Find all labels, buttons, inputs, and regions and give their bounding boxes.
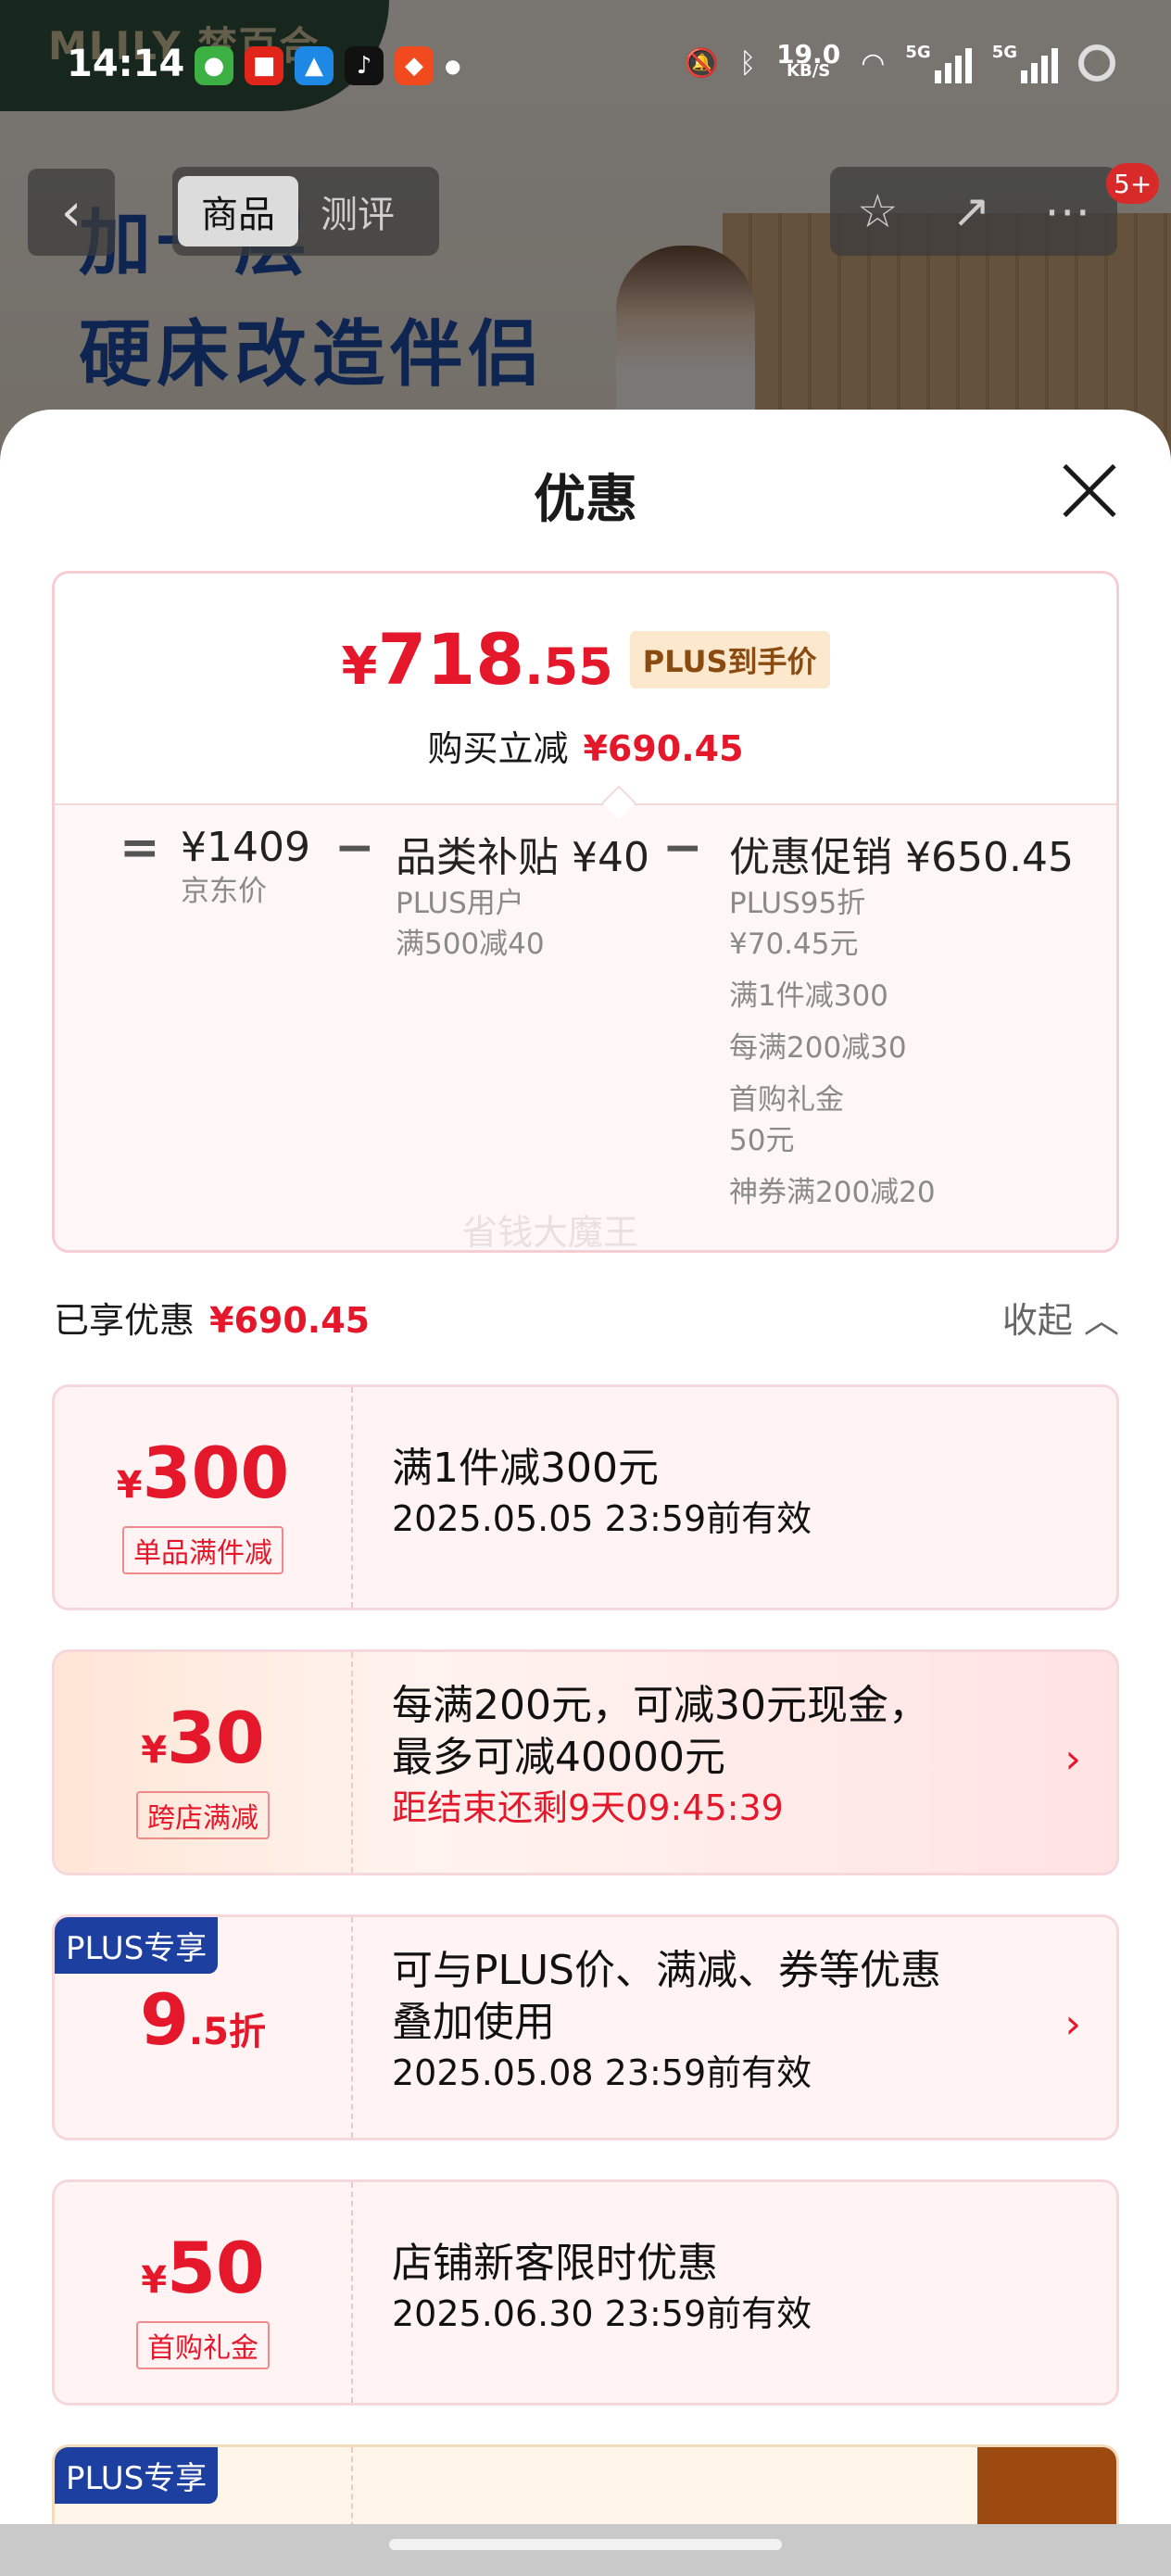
coupon-amount-area: ¥50 首购礼金 [55, 2182, 351, 2403]
coupon-separator [351, 1387, 353, 1608]
minus-sign: − [662, 820, 703, 876]
coupon-validity: 2025.06.30 23:59前有效 [392, 2293, 812, 2334]
home-indicator[interactable] [389, 2539, 782, 2550]
divider-notch [601, 785, 636, 820]
bluetooth-icon: ᛒ [739, 46, 757, 80]
wechat-icon: ● [195, 46, 233, 85]
chevron-right-icon: › [1064, 2001, 1081, 2048]
jd-price-col: ¥1409 京东价 [181, 824, 310, 912]
message-badge: 5+ [1106, 163, 1160, 204]
close-icon[interactable] [1060, 461, 1119, 521]
enjoyed-discount: 已享优惠 ¥690.45 [54, 1300, 371, 1341]
discount-sheet: 优惠 ¥718.55 PLUS到手价 购买立减 ¥690.45 = ¥1409 京… [0, 410, 1171, 2576]
maps-icon: ▲ [295, 46, 334, 85]
equals-sign: = [120, 820, 160, 876]
subsidy-line: PLUS用户 [396, 887, 524, 920]
coupon-card: ¥50 首购礼金 店铺新客限时优惠 2025.06.30 23:59前有效 [52, 2179, 1119, 2406]
plus-price-tag: PLUS到手价 [629, 630, 830, 688]
navigation-bar [0, 2524, 1171, 2576]
divider [55, 803, 1116, 805]
coupon-type-label: 单品满件减 [122, 1526, 283, 1574]
more-dot-icon: ● [445, 55, 461, 77]
coupon-title: 每满200元，可减30元现金， [392, 1682, 929, 1729]
share-icon[interactable]: ↗ [951, 184, 990, 238]
plus-exclusive-badge: PLUS专享 [55, 2447, 219, 2504]
coupon-amount: ¥50 [141, 2227, 265, 2309]
coupon-card[interactable]: ¥30 跨店满减 每满200元，可减30元现金， 最多可减40000元 距结束还… [52, 1649, 1119, 1875]
collapse-button[interactable]: 收起 ︿ [1002, 1292, 1119, 1343]
coupon-countdown: 距结束还剩9天09:45:39 [392, 1787, 784, 1828]
jd-price-label: 京东价 [181, 875, 267, 908]
notification-icons: ● ■ ▲ ♪ ◆ ● [195, 46, 460, 85]
subsidy-line: 满500减40 [396, 928, 545, 961]
coupon-info: 可与PLUS价、满减、券等优惠 叠加使用 2025.05.08 23:59前有效 [392, 1945, 1059, 2097]
top-tabs: 商品 测评 [172, 167, 439, 256]
jd-price: ¥1409 [181, 824, 310, 871]
coupon-title: 满1件减300元 [392, 1445, 659, 1492]
coupon-separator [351, 1652, 353, 1873]
promo-line: 神券满200减20 [729, 1176, 936, 1209]
coupon-info: 店铺新客限时优惠 2025.06.30 23:59前有效 [392, 2238, 1059, 2338]
promo-title: 优惠促销 ¥650.45 [729, 834, 1074, 881]
coupon-title: 可与PLUS价、满减、券等优惠 [392, 1947, 941, 1994]
coupon-type-label: 首购礼金 [136, 2321, 270, 2369]
price-summary: ¥718.55 PLUS到手价 购买立减 ¥690.45 = ¥1409 京东价 … [52, 571, 1119, 1253]
top-actions: ☆ ↗ ⋯ [830, 167, 1117, 256]
status-bar: 14:14 ● ■ ▲ ♪ ◆ ● 🔕 ᛒ 19.0 KB/S ◠ 5G 5G [0, 37, 1171, 102]
jd-icon: ■ [245, 46, 283, 85]
network-speed: 19.0 KB/S [776, 39, 841, 81]
coupon-type-label: 跨店满减 [136, 1791, 270, 1839]
coupon-validity: 2025.05.08 23:59前有效 [392, 2052, 812, 2093]
coupon-title-2: 叠加使用 [392, 1999, 555, 2046]
final-price-row: ¥718.55 PLUS到手价 [55, 618, 1116, 701]
coupon-info: 每满200元，可减30元现金， 最多可减40000元 距结束还剩9天09:45:… [392, 1680, 1059, 1832]
coupon-validity: 2025.05.05 23:59前有效 [392, 1498, 812, 1539]
coupon-amount: ¥30 [141, 1697, 265, 1779]
coupon-card: ¥300 单品满件减 满1件减300元 2025.05.05 23:59前有效 [52, 1384, 1119, 1610]
promo-line: PLUS95折 [729, 887, 866, 920]
coupon-card[interactable]: PLUS专享 9.5折 可与PLUS价、满减、券等优惠 叠加使用 2025.05… [52, 1914, 1119, 2140]
chevron-left-icon: ‹ [60, 182, 82, 243]
coupon-amount-area: 9.5折 [55, 1917, 351, 2138]
promo-col: 优惠促销 ¥650.45 PLUS95折 ¥70.45元 满1件减300 每满2… [729, 824, 1074, 1213]
promo-line: 50元 [729, 1124, 795, 1157]
promo-line: 满1件减300 [729, 979, 888, 1013]
wifi-icon: ◠ [861, 46, 886, 80]
sheet-title: 优惠 [534, 470, 637, 530]
coupon-amount-area: ¥300 单品满件减 [55, 1387, 351, 1608]
chevron-up-icon: ︿ [1083, 1300, 1119, 1341]
battery-icon [1078, 44, 1115, 82]
coupon-separator [351, 2182, 353, 2403]
chevron-right-icon: › [1064, 1736, 1081, 1783]
subsidy-col: 品类补贴 ¥40 PLUS用户 满500减40 [396, 824, 649, 965]
watermark: 省钱大魔王 [462, 1212, 639, 1253]
coupon-info: 满1件减300元 2025.05.05 23:59前有效 [392, 1443, 1059, 1543]
minus-sign: − [334, 820, 375, 876]
coupon-title-2: 最多可减40000元 [392, 1734, 725, 1781]
coupon-title: 店铺新客限时优惠 [392, 2240, 718, 2287]
coupon-amount: ¥300 [116, 1432, 290, 1514]
system-icons: 🔕 ᛒ 19.0 KB/S ◠ 5G 5G [684, 39, 1115, 83]
coupon-amount: 9.5折 [140, 1978, 266, 2061]
promo-line: 每满200减30 [729, 1031, 907, 1065]
more-icon[interactable]: ⋯ [1044, 184, 1090, 238]
coupon-separator [351, 1917, 353, 2138]
subsidy-title: 品类补贴 ¥40 [396, 834, 649, 881]
status-time: 14:14 [67, 43, 185, 85]
reduce-row: 购买立减 ¥690.45 [427, 728, 744, 769]
star-icon[interactable]: ☆ [857, 184, 899, 238]
man-icon: ◆ [395, 46, 434, 85]
final-price: ¥718.55 [341, 618, 613, 701]
douyin-icon: ♪ [345, 46, 384, 85]
promo-line: 首购礼金 [729, 1083, 844, 1117]
signal-1-icon: 5G [905, 43, 972, 83]
mute-icon: 🔕 [684, 46, 720, 80]
tab-review[interactable]: 测评 [321, 176, 395, 246]
tab-product[interactable]: 商品 [178, 176, 298, 246]
coupon-amount-area: ¥30 跨店满减 [55, 1652, 351, 1873]
signal-2-icon: 5G [992, 43, 1058, 83]
back-button[interactable]: ‹ [28, 169, 115, 256]
promo-line: ¥70.45元 [729, 928, 859, 961]
